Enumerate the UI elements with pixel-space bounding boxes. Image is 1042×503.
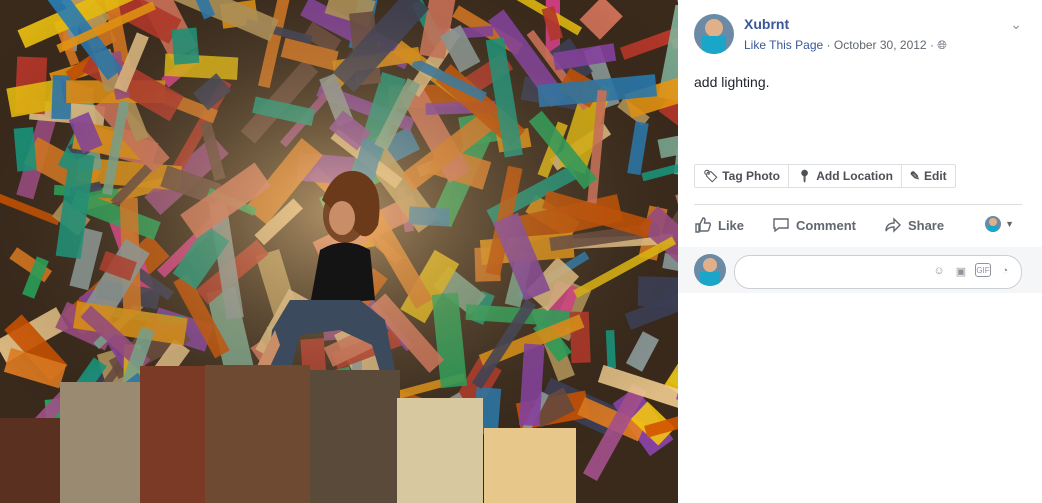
- commenter-avatar: [694, 254, 726, 286]
- photo-toolbar: 🏷︎ Tag Photo 📍︎ Add Location ✎ Edit: [694, 164, 956, 188]
- like-page-link[interactable]: Like This Page: [744, 38, 823, 52]
- comment-tools: ☺ ▣ GIF ◔: [931, 263, 1013, 279]
- post-photo[interactable]: [0, 0, 678, 503]
- small-avatar: [985, 216, 1002, 232]
- author-avatar[interactable]: [694, 14, 734, 54]
- tag-icon: 🏷︎: [703, 169, 719, 183]
- pencil-icon: ✎: [909, 169, 920, 183]
- share-arrow-icon: [885, 217, 901, 233]
- comment-bubble-icon: [773, 218, 789, 233]
- tag-photo-button[interactable]: 🏷︎ Tag Photo: [695, 165, 790, 187]
- comment-composer: ☺ ▣ GIF ◔: [678, 247, 1042, 293]
- globe-icon[interactable]: 🌐︎: [937, 38, 947, 52]
- emoji-icon[interactable]: ☺: [931, 263, 947, 279]
- caret-down-icon: ▼: [1005, 219, 1014, 229]
- post-actions: Like Comment Share: [694, 208, 1022, 242]
- comment-input[interactable]: ☺ ▣ GIF ◔: [734, 255, 1022, 289]
- post-date[interactable]: October 30, 2012: [834, 38, 927, 52]
- gif-icon[interactable]: GIF: [975, 263, 991, 277]
- sticker-icon[interactable]: ◔: [997, 263, 1013, 279]
- audience-selector[interactable]: ▼: [985, 216, 1014, 232]
- add-location-button[interactable]: 📍︎ Add Location: [789, 165, 902, 187]
- like-button[interactable]: Like: [694, 216, 744, 234]
- share-button[interactable]: Share: [884, 216, 944, 234]
- chevron-down-icon[interactable]: ⌄: [1010, 16, 1022, 33]
- edit-button[interactable]: ✎ Edit: [902, 165, 955, 187]
- camera-icon[interactable]: ▣: [953, 263, 969, 279]
- location-pin-icon: 📍︎: [797, 169, 813, 183]
- post-side-panel: Xubrnt Like This Page · October 30, 2012…: [678, 0, 1042, 503]
- post-caption: add lighting.: [694, 74, 770, 90]
- divider: [694, 204, 1022, 205]
- author-name[interactable]: Xubrnt: [744, 16, 789, 32]
- post-meta: Like This Page · October 30, 2012 · 🌐︎: [744, 38, 947, 52]
- photo-image: [0, 0, 678, 503]
- comment-button[interactable]: Comment: [772, 216, 856, 234]
- thumbs-up-icon: [695, 217, 711, 233]
